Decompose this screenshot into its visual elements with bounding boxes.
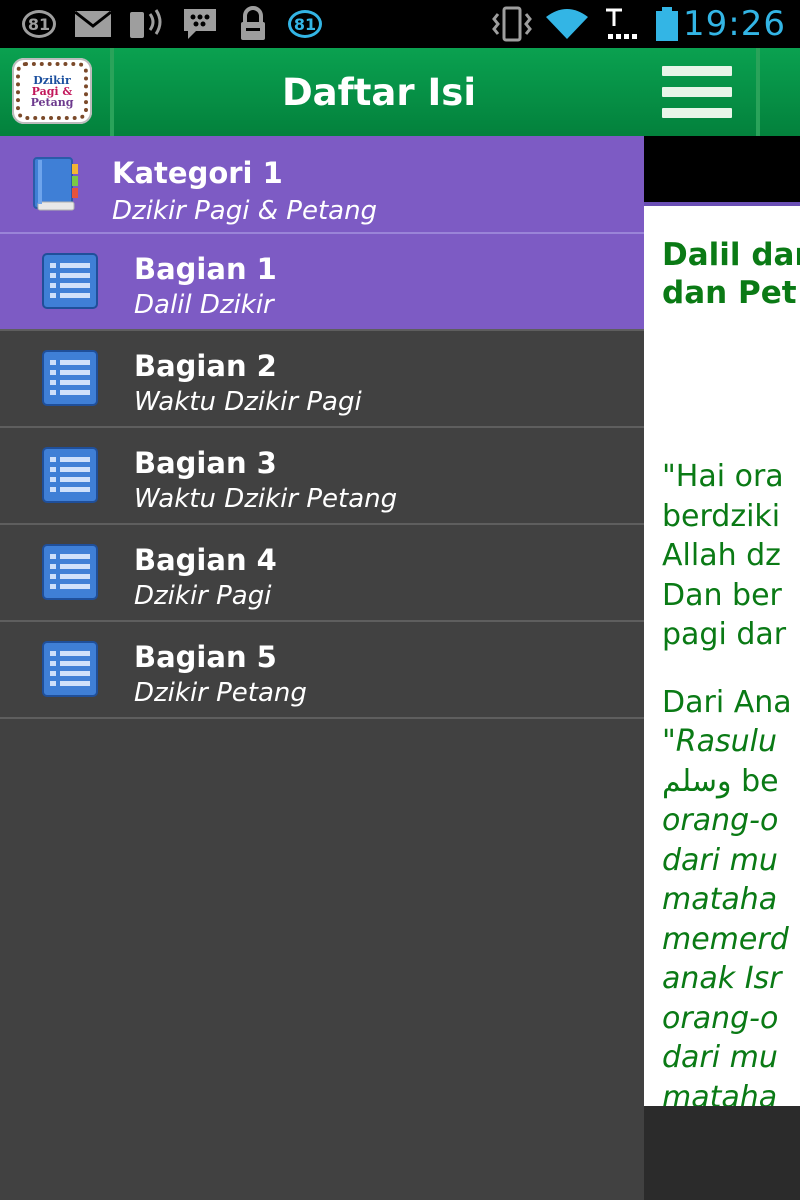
paragraph-line: "Hai ora [662,459,784,494]
item-title: Bagian 3 [134,446,277,480]
content-subheader [644,136,800,206]
item-subtitle: Dalil Dzikir [134,290,274,320]
lock-icon [238,6,268,42]
paragraph-line: orang-o [662,1000,779,1036]
paragraph-line: pagi dar [662,617,787,652]
item-subtitle: Waktu Dzikir Petang [134,484,398,514]
paragraph-line: dari mu [662,842,778,878]
status-bar: 81 81 19:26 [0,0,800,48]
heading-line: Dalil dar [662,237,800,273]
article-heading: Dalil dar dan Pet [662,236,800,312]
paragraph-line: orang-o [662,803,779,838]
main-content: Dalil dar dan Pet "Hai ora berdziki Alla… [644,48,800,1200]
item-title: Bagian 5 [134,640,277,674]
heading-line: dan Pet [662,275,797,311]
vibrate-icon [490,6,534,42]
notification-count: 81 [22,10,56,38]
book-icon [28,156,80,212]
content-footer [644,1106,800,1200]
paragraph-line: وسلم be [662,763,779,799]
drawer-list: Kategori 1 Dzikir Pagi & Petang Bagian 1… [0,136,644,719]
item-title: Bagian 2 [134,349,277,383]
signal-broadcast-icon [126,6,168,42]
item-title: Bagian 1 [134,252,277,286]
paragraph-line: "Rasulu [662,724,778,759]
paragraph-line: anak Isr [662,961,782,996]
drawer-item-bagian-3[interactable]: Bagian 3 Waktu Dzikir Petang [0,428,644,525]
app-logo[interactable]: Dzikir Pagi & Petang [12,58,92,124]
list-icon [42,544,98,600]
content-appbar [644,48,800,136]
paragraph-line: mataha [662,882,778,917]
bbm-icon [182,6,218,42]
list-icon [42,350,98,406]
notification-count: 81 [288,10,322,38]
drawer-item-bagian-1[interactable]: Bagian 1 Dalil Dzikir [0,234,644,331]
clock: 19:26 [683,4,786,44]
wifi-icon [544,6,590,42]
list-icon [42,447,98,503]
appbar-divider [756,48,760,136]
hamburger-menu-icon[interactable] [662,66,732,118]
prayer-beads-icon [16,62,88,120]
article-text: Dalil dar dan Pet "Hai ora berdziki Alla… [662,236,800,1117]
item-subtitle: Dzikir Pagi [134,581,272,611]
category-title: Kategori 1 [112,156,283,190]
paragraph-line: Dari Ana [662,684,792,720]
item-title: Bagian 4 [134,543,277,577]
list-icon [42,253,98,309]
list-icon [42,641,98,697]
drawer-item-bagian-5[interactable]: Bagian 5 Dzikir Petang [0,622,644,719]
item-subtitle: Waktu Dzikir Pagi [134,387,362,417]
paragraph-line: dari mu [662,1040,778,1075]
mail-icon [74,6,112,42]
paragraph-line: Allah dz [662,538,781,573]
battery-icon [654,6,680,42]
drawer-item-bagian-2[interactable]: Bagian 2 Waktu Dzikir Pagi [0,331,644,428]
drawer-title: Daftar Isi [281,70,477,114]
category-subtitle: Dzikir Pagi & Petang [112,196,378,226]
paragraph-line: berdziki [662,498,781,534]
item-subtitle: Dzikir Petang [134,678,307,708]
category-row[interactable]: Kategori 1 Dzikir Pagi & Petang [0,136,644,234]
cell-signal-icon [600,6,644,42]
drawer-item-bagian-4[interactable]: Bagian 4 Dzikir Pagi [0,525,644,622]
notification-badge-icon: 81 [22,6,56,42]
drawer-header: Dzikir Pagi & Petang Daftar Isi [0,48,644,136]
navigation-drawer: Dzikir Pagi & Petang Daftar Isi Kategori… [0,48,644,1200]
paragraph-line: Dan ber [662,577,782,613]
notification-badge-icon: 81 [288,6,322,42]
article-body[interactable]: Dalil dar dan Pet "Hai ora berdziki Alla… [644,206,800,1115]
paragraph-line: memerd [662,921,789,957]
